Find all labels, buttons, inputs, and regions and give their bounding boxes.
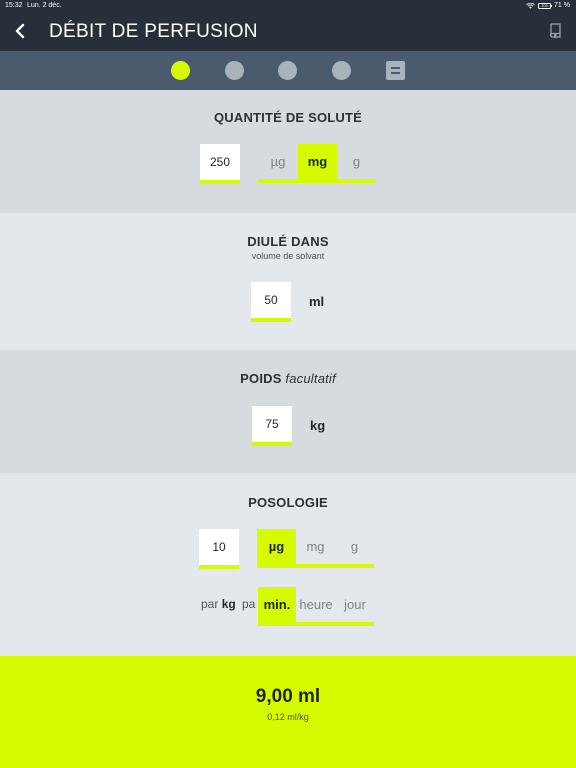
weight-heading: POIDS facultatif (0, 371, 576, 386)
summary-icon[interactable] (386, 61, 405, 80)
solute-unit-selector: µg mg g (258, 144, 376, 183)
status-time: 15:32 (5, 2, 23, 9)
result-value: 9,00 ml (255, 686, 321, 707)
result-panel: 9,00 ml 0,12 ml/kg (0, 656, 576, 768)
diluent-subheading: volume de solvant (251, 251, 325, 261)
dosage-unit-g[interactable]: g (335, 529, 374, 564)
dosage-value-input[interactable]: 10 (199, 529, 239, 569)
dosage-time-day[interactable]: jour (336, 587, 374, 622)
dosage-section: POSOLOGIE 10 µg mg g par kg pa min. heur… (0, 473, 576, 656)
dosage-time-selector: min. heure jour (258, 587, 374, 626)
dosage-time-min[interactable]: min. (258, 587, 296, 622)
diluent-unit-label: ml (309, 294, 325, 309)
step-dot-1[interactable] (171, 61, 190, 80)
dosage-unit-selector: µg mg g (257, 529, 374, 568)
dosage-per-label-2: pa (242, 597, 256, 611)
solute-unit-ug[interactable]: µg (258, 144, 298, 179)
solute-unit-g[interactable]: g (337, 144, 376, 179)
weight-unit-label: kg (310, 418, 326, 433)
solute-section: QUANTITÉ DE SOLUTÉ 250 µg mg g (0, 90, 576, 213)
nav-bar: DÉBIT DE PERFUSION (0, 12, 576, 51)
wifi-icon (526, 2, 535, 9)
diluent-section: DIULÉ DANS volume de solvant 50 ml (0, 213, 576, 350)
dosage-per-label: par (201, 597, 219, 611)
solute-unit-mg[interactable]: mg (298, 144, 337, 179)
solute-quantity-input[interactable]: 250 (200, 144, 240, 184)
status-right: 100 71 % (526, 2, 570, 9)
diluent-heading: DIULÉ DANS (247, 234, 329, 249)
status-bar: 15:32 Lun. 2 déc. 100 71 % (0, 0, 576, 12)
dosage-time-hour[interactable]: heure (296, 587, 336, 622)
status-date: Lun. 2 déc. (27, 2, 62, 9)
weight-heading-note: facultatif (285, 371, 336, 386)
step-dot-3[interactable] (278, 61, 297, 80)
dosage-per-unit: kg (221, 597, 236, 611)
weight-section: POIDS facultatif 75 kg (0, 350, 576, 473)
solute-heading: QUANTITÉ DE SOLUTÉ (213, 110, 363, 125)
dosage-per-weight: par kg (201, 597, 236, 611)
diluent-volume-input[interactable]: 50 (251, 282, 291, 322)
page-title: DÉBIT DE PERFUSION (49, 21, 258, 42)
dosage-unit-ug[interactable]: µg (257, 529, 296, 564)
chevron-left-icon[interactable] (12, 22, 30, 40)
step-dot-2[interactable] (225, 61, 244, 80)
result-per-kg: 0,12 ml/kg (267, 712, 309, 722)
battery-percent: 71 % (554, 2, 570, 9)
book-icon[interactable] (548, 23, 562, 39)
battery-icon: 100 (538, 2, 553, 9)
weight-heading-label: POIDS (240, 371, 282, 386)
weight-input[interactable]: 75 (252, 406, 292, 446)
dosage-unit-mg[interactable]: mg (296, 529, 335, 564)
step-indicator (0, 51, 576, 90)
dosage-heading: POSOLOGIE (248, 495, 328, 510)
step-dot-4[interactable] (332, 61, 351, 80)
